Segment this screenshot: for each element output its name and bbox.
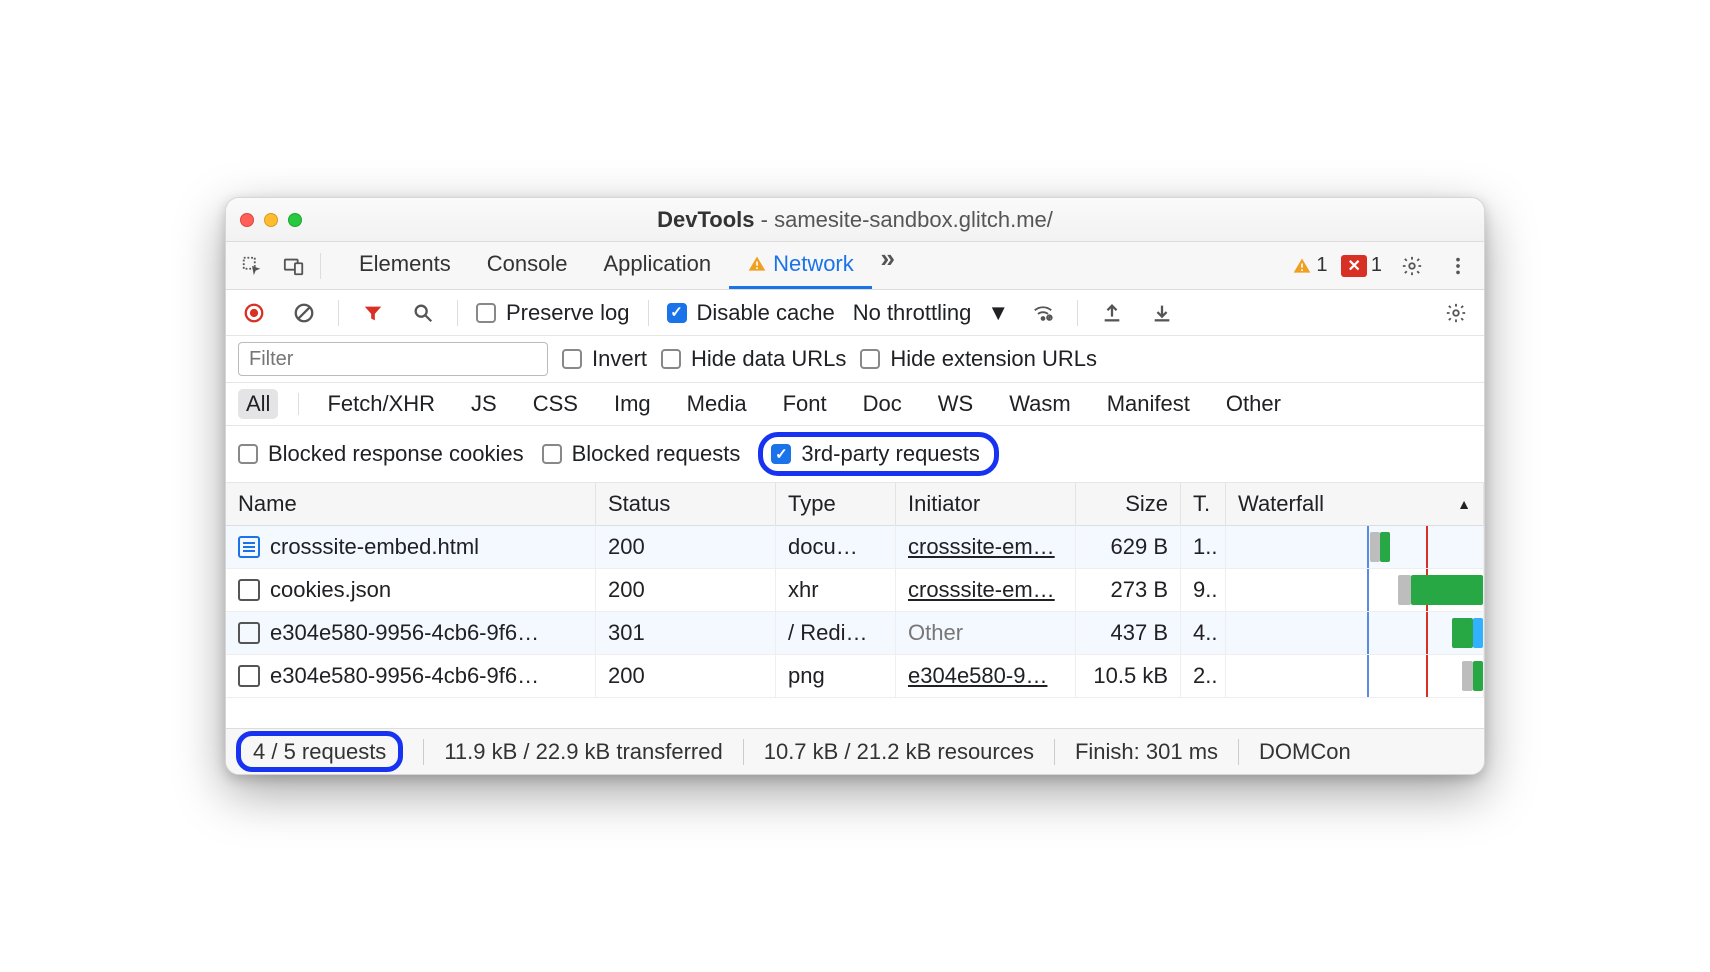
- tab-network[interactable]: Network: [729, 242, 872, 289]
- kebab-icon[interactable]: [1442, 250, 1474, 282]
- hide-data-urls-checkbox[interactable]: Hide data URLs: [661, 346, 846, 372]
- panel-settings-icon[interactable]: [1440, 297, 1472, 329]
- waterfall-bar: [1226, 526, 1484, 569]
- type-all[interactable]: All: [238, 389, 278, 419]
- type-css[interactable]: CSS: [525, 389, 586, 419]
- close-icon[interactable]: [240, 213, 254, 227]
- throttling-select[interactable]: No throttling ▼: [853, 300, 1009, 326]
- requests-count: 4 / 5 requests: [236, 731, 403, 772]
- waterfall-bar: [1226, 655, 1484, 698]
- extra-filter-row: Blocked response cookies Blocked request…: [226, 426, 1484, 483]
- col-time[interactable]: T.: [1181, 483, 1226, 526]
- warning-icon: [747, 254, 767, 274]
- window-title: DevTools - samesite-sandbox.glitch.me/: [226, 207, 1484, 233]
- chevron-down-icon: ▼: [987, 300, 1009, 326]
- status-bar: 4 / 5 requests 11.9 kB / 22.9 kB transfe…: [226, 728, 1484, 774]
- type-img[interactable]: Img: [606, 389, 659, 419]
- table-row[interactable]: e304e580-9956-4cb6-9f6…: [226, 612, 596, 655]
- titlebar: DevTools - samesite-sandbox.glitch.me/: [226, 198, 1484, 242]
- col-name[interactable]: Name: [226, 483, 596, 526]
- network-toolbar: Preserve log Disable cache No throttling…: [226, 290, 1484, 336]
- resources-size: 10.7 kB / 21.2 kB resources: [743, 739, 1054, 765]
- col-size[interactable]: Size: [1076, 483, 1181, 526]
- type-doc[interactable]: Doc: [855, 389, 910, 419]
- tab-elements[interactable]: Elements: [341, 242, 469, 289]
- tab-console[interactable]: Console: [469, 242, 586, 289]
- third-party-requests-checkbox[interactable]: 3rd-party requests: [758, 432, 999, 476]
- table-row[interactable]: cookies.json: [226, 569, 596, 612]
- errors-badge[interactable]: ✕ 1: [1341, 254, 1382, 277]
- blocked-requests-checkbox[interactable]: Blocked requests: [542, 441, 741, 467]
- title-app: DevTools: [657, 207, 754, 232]
- type-wasm[interactable]: Wasm: [1001, 389, 1079, 419]
- filter-input[interactable]: [238, 342, 548, 376]
- type-fetch[interactable]: Fetch/XHR: [319, 389, 443, 419]
- filter-row: Invert Hide data URLs Hide extension URL…: [226, 336, 1484, 383]
- error-icon: ✕: [1341, 255, 1366, 277]
- invert-checkbox[interactable]: Invert: [562, 346, 647, 372]
- col-status[interactable]: Status: [596, 483, 776, 526]
- record-icon[interactable]: [238, 297, 270, 329]
- tab-application[interactable]: Application: [585, 242, 729, 289]
- blocked-cookies-checkbox[interactable]: Blocked response cookies: [238, 441, 524, 467]
- finish-time: Finish: 301 ms: [1054, 739, 1238, 765]
- col-type[interactable]: Type: [776, 483, 896, 526]
- minimize-icon[interactable]: [264, 213, 278, 227]
- type-js[interactable]: JS: [463, 389, 505, 419]
- type-media[interactable]: Media: [679, 389, 755, 419]
- settings-icon[interactable]: [1396, 250, 1428, 282]
- filter-icon[interactable]: [357, 297, 389, 329]
- type-filter-row: All Fetch/XHR JS CSS Img Media Font Doc …: [226, 383, 1484, 426]
- table-row[interactable]: e304e580-9956-4cb6-9f6…: [226, 655, 596, 698]
- transferred-size: 11.9 kB / 22.9 kB transferred: [423, 739, 742, 765]
- type-other[interactable]: Other: [1218, 389, 1289, 419]
- device-toggle-icon[interactable]: [278, 250, 310, 282]
- file-icon: [238, 579, 260, 601]
- network-conditions-icon[interactable]: [1027, 297, 1059, 329]
- devtools-window: DevTools - samesite-sandbox.glitch.me/ E…: [225, 197, 1485, 775]
- download-icon[interactable]: [1146, 297, 1178, 329]
- more-tabs-icon[interactable]: »: [872, 242, 904, 274]
- type-font[interactable]: Font: [775, 389, 835, 419]
- file-icon: [238, 622, 260, 644]
- type-ws[interactable]: WS: [930, 389, 981, 419]
- requests-table: Name Status Type Initiator Size T. Water…: [226, 483, 1484, 698]
- hide-extension-urls-checkbox[interactable]: Hide extension URLs: [860, 346, 1097, 372]
- window-controls: [240, 213, 302, 227]
- domcontentloaded-link[interactable]: DOMCon: [1238, 739, 1371, 765]
- inspect-icon[interactable]: [236, 250, 268, 282]
- upload-icon[interactable]: [1096, 297, 1128, 329]
- col-initiator[interactable]: Initiator: [896, 483, 1076, 526]
- title-page: samesite-sandbox.glitch.me/: [774, 207, 1053, 232]
- disable-cache-checkbox[interactable]: Disable cache: [667, 300, 835, 326]
- file-icon: [238, 665, 260, 687]
- waterfall-bar: [1226, 569, 1484, 612]
- waterfall-bar: [1226, 612, 1484, 655]
- type-manifest[interactable]: Manifest: [1099, 389, 1198, 419]
- table-row[interactable]: crosssite-embed.html: [226, 526, 596, 569]
- col-waterfall[interactable]: Waterfall▲: [1226, 483, 1484, 526]
- main-toolbar: Elements Console Application Network » 1…: [226, 242, 1484, 290]
- clear-icon[interactable]: [288, 297, 320, 329]
- search-icon[interactable]: [407, 297, 439, 329]
- preserve-log-checkbox[interactable]: Preserve log: [476, 300, 630, 326]
- sort-asc-icon: ▲: [1457, 496, 1471, 512]
- document-icon: [238, 536, 260, 558]
- warnings-badge[interactable]: 1: [1292, 254, 1327, 277]
- zoom-icon[interactable]: [288, 213, 302, 227]
- warning-icon: [1292, 256, 1312, 276]
